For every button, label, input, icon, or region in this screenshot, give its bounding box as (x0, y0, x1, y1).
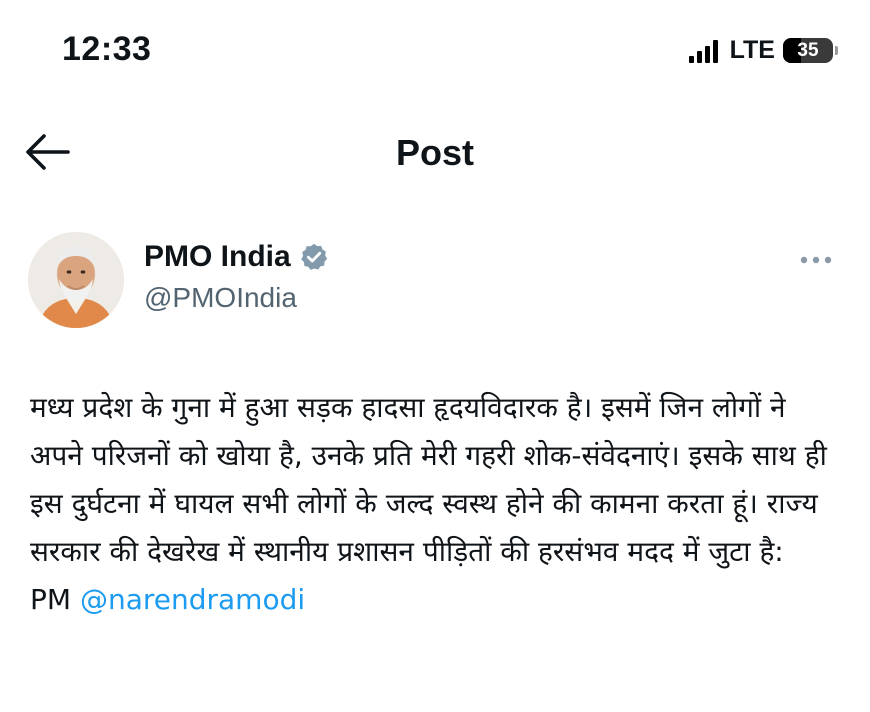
battery-level: 35 (797, 39, 819, 61)
cellular-signal-icon (688, 39, 718, 63)
battery-tip (835, 46, 838, 55)
author-block: PMO India @PMOIndia (144, 240, 329, 314)
verified-badge-icon[interactable] (299, 242, 329, 272)
author-handle[interactable]: @PMOIndia (144, 282, 329, 314)
post-text-body: मध्य प्रदेश के गुना में हुआ सड़क हादसा ह… (30, 391, 827, 568)
status-bar: 12:33 LTE 35 (0, 0, 870, 100)
author-name[interactable]: PMO India (144, 240, 291, 274)
navigation-bar: Post (0, 112, 870, 196)
avatar-image (28, 232, 124, 328)
page-title: Post (395, 132, 474, 173)
avatar[interactable] (28, 232, 124, 328)
author-name-row: PMO India (144, 240, 329, 274)
mention-link[interactable]: @narendramodi (80, 583, 305, 616)
status-time: 12:33 (62, 30, 152, 68)
battery-icon: 35 (783, 38, 833, 63)
post-header: PMO India @PMOIndia (0, 230, 870, 340)
more-horizontal-icon[interactable] (796, 252, 836, 268)
network-type: LTE (729, 36, 775, 64)
status-indicators: LTE 35 (688, 36, 838, 65)
post-text-prefix: PM (30, 583, 72, 616)
post-text: मध्य प्रदेश के गुना में हुआ सड़क हादसा ह… (30, 384, 845, 624)
